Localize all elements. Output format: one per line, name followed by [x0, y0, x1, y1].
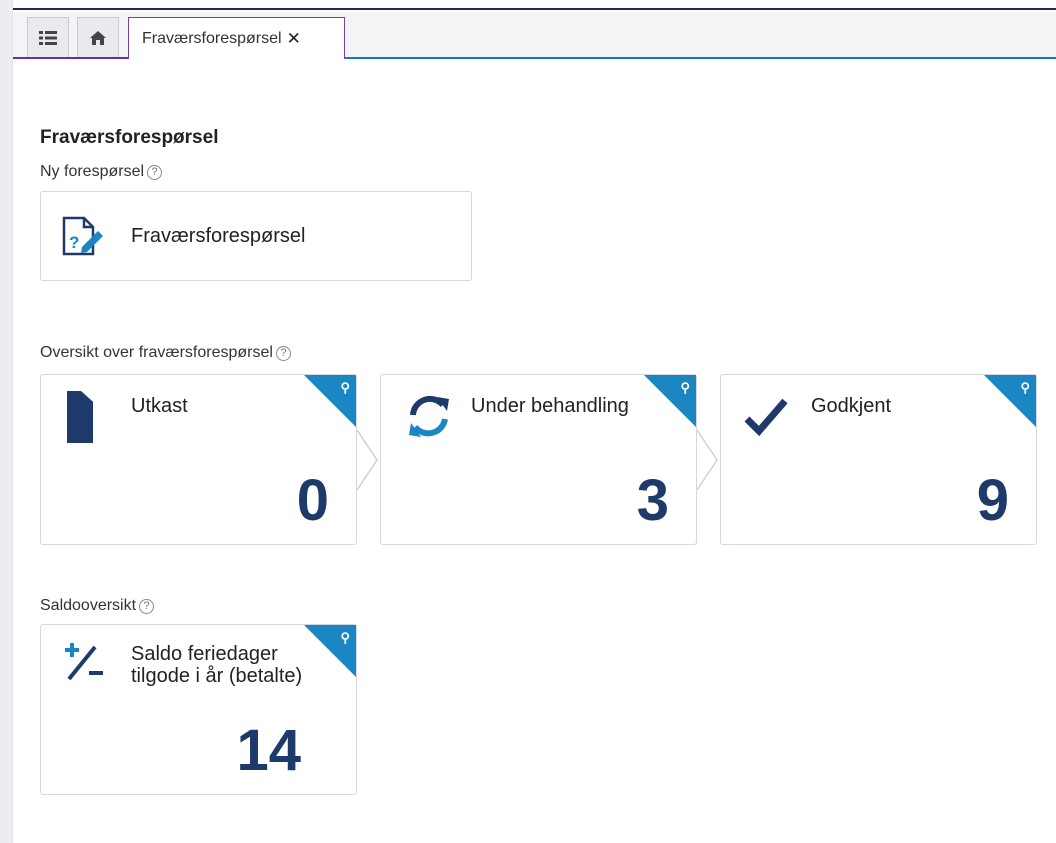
- new-request-card-label: Fraværsforespørsel: [131, 224, 306, 247]
- new-request-card[interactable]: ? Fraværsforespørsel: [40, 191, 472, 281]
- tile-draft[interactable]: Utkast 0 ⚲: [40, 374, 357, 545]
- top-border: [0, 0, 1056, 10]
- home-button[interactable]: [77, 17, 119, 57]
- search-icon[interactable]: ⚲: [340, 630, 350, 646]
- refresh-icon: [409, 395, 449, 437]
- tab-label: Fraværsforespørsel: [142, 29, 282, 47]
- tile-label: Under behandling: [471, 395, 629, 417]
- tile-approved[interactable]: Godkjent 9 ⚲: [720, 374, 1037, 545]
- overview-heading: Oversikt over fraværsforespørsel ?: [40, 344, 291, 362]
- search-icon[interactable]: ⚲: [1020, 380, 1030, 396]
- tab-fravaersforesporsel[interactable]: Fraværsforespørsel ✕: [128, 17, 345, 59]
- tile-vacation-balance[interactable]: Saldo feriedager tilgode i år (betalte) …: [40, 624, 357, 795]
- help-icon[interactable]: ?: [275, 345, 291, 361]
- tile-in-progress[interactable]: Under behandling 3 ⚲: [380, 374, 697, 545]
- search-icon[interactable]: ⚲: [340, 380, 350, 396]
- checkmark-icon: [744, 398, 788, 437]
- tile-value: 9: [976, 468, 1009, 533]
- svg-text:?: ?: [69, 233, 79, 252]
- tab-bar: Fraværsforespørsel ✕: [13, 12, 1056, 59]
- close-icon[interactable]: ✕: [287, 29, 301, 49]
- search-icon[interactable]: ⚲: [680, 380, 690, 396]
- help-icon[interactable]: ?: [147, 164, 163, 180]
- balance-heading: Saldooversikt ?: [40, 597, 155, 615]
- overview-label: Oversikt over fraværsforespørsel: [40, 344, 273, 361]
- tile-label: Utkast: [131, 395, 188, 417]
- menu-button[interactable]: [27, 17, 69, 57]
- home-icon: [90, 30, 106, 45]
- list-icon: [39, 30, 57, 45]
- left-rail: [0, 0, 13, 843]
- request-document-icon: ?: [62, 216, 103, 255]
- balance-label: Saldooversikt: [40, 597, 137, 614]
- new-request-label: Ny forespørsel: [40, 163, 145, 180]
- help-icon[interactable]: ?: [139, 598, 155, 614]
- tile-value: 0: [296, 468, 329, 533]
- page-title: Fraværsforespørsel: [40, 127, 219, 148]
- tile-value: 3: [636, 468, 669, 533]
- tile-label: Saldo feriedager tilgode i år (betalte): [131, 643, 303, 687]
- new-request-heading: Ny forespørsel ?: [40, 163, 163, 181]
- tile-value: 14: [236, 718, 301, 783]
- plus-minus-icon: [65, 643, 103, 681]
- tile-label: Godkjent: [811, 395, 892, 417]
- document-icon: [67, 391, 93, 443]
